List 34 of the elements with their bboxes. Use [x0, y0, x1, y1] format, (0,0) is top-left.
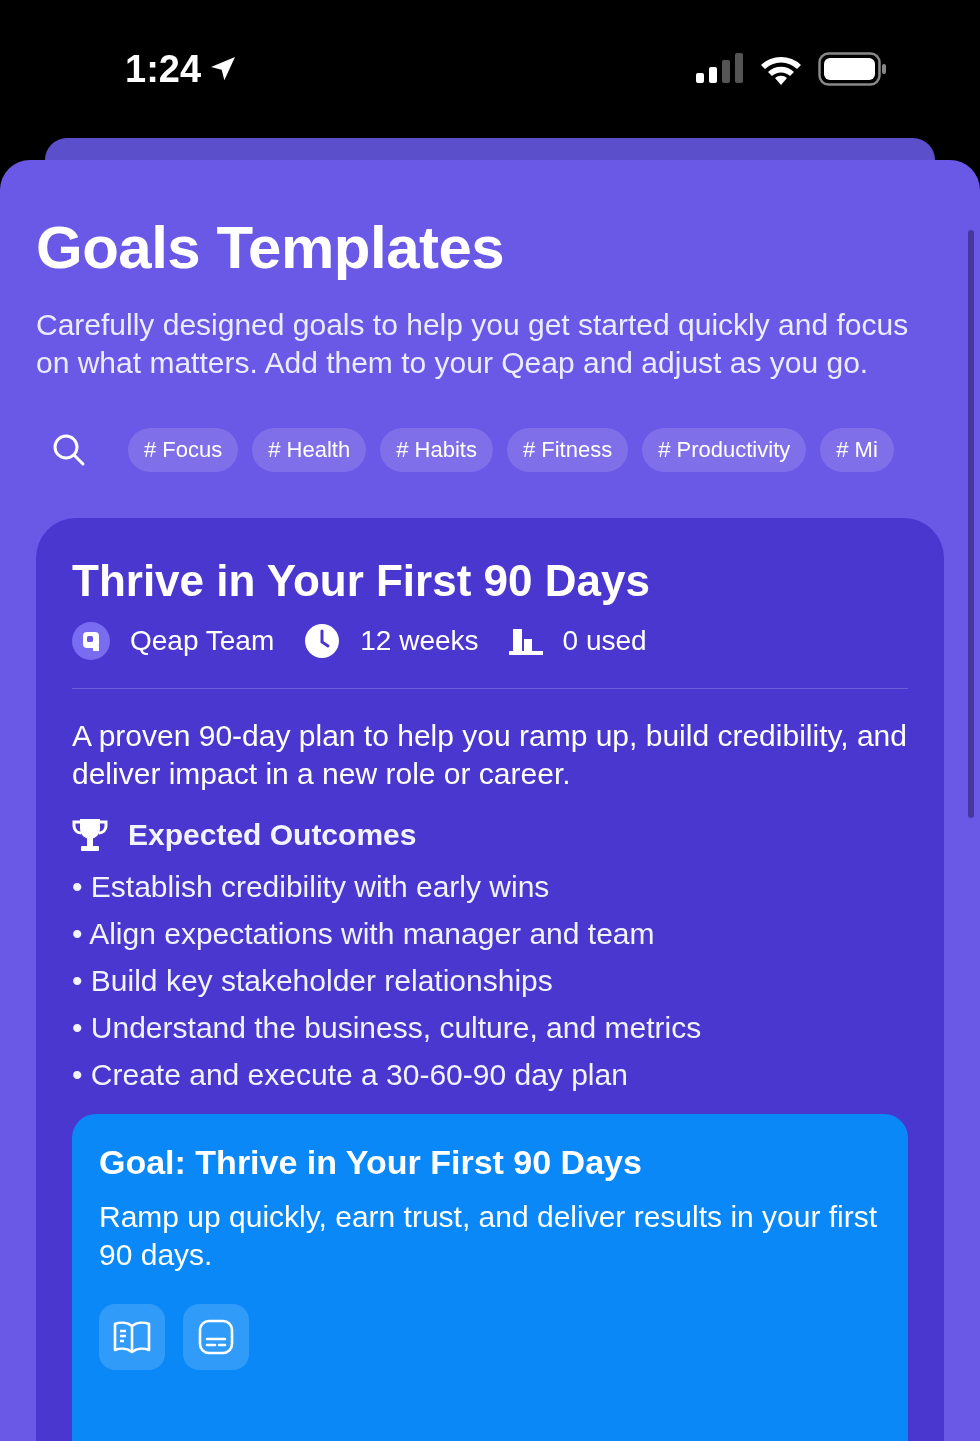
- captions-button[interactable]: [183, 1304, 249, 1370]
- battery-icon: [818, 52, 888, 86]
- outcome-item: • Establish credibility with early wins: [72, 869, 551, 905]
- tag-chip[interactable]: # Mi: [820, 428, 894, 472]
- page-subtitle: Carefully designed goals to help you get started quickly and focus on what matters. Add them to your Qeap and adjust as you go.: [36, 307, 910, 381]
- usage-text: 0 used: [562, 625, 647, 657]
- outcome-item: • Create and execute a 30-60-90 day plan: [72, 1057, 629, 1093]
- template-description: A proven 90-day plan to help you ramp up, build credibility, and deliver impact in a new role or career.: [72, 718, 908, 792]
- book-button[interactable]: [99, 1304, 165, 1370]
- clock-icon: [304, 623, 341, 659]
- tag-chip[interactable]: # Focus: [128, 428, 239, 472]
- book-icon: [113, 1320, 151, 1354]
- outcome-item: • Build key stakeholder relationships: [72, 963, 554, 999]
- status-time: 1:24: [125, 47, 240, 91]
- tag-chip[interactable]: # Productivity: [642, 428, 807, 472]
- page-title: Goals Templates: [36, 213, 506, 283]
- search-button[interactable]: [52, 433, 86, 467]
- goal-title: Goal: Thrive in Your First 90 Days: [99, 1142, 643, 1182]
- trophy-icon: [72, 817, 108, 853]
- duration-text: 12 weeks: [360, 625, 479, 657]
- captions-icon: [198, 1319, 234, 1355]
- template-title: Thrive in Your First 90 Days: [72, 555, 651, 607]
- tag-chip[interactable]: # Fitness: [506, 428, 629, 472]
- tag-chip[interactable]: # Health: [252, 428, 367, 472]
- outcome-item: • Align expectations with manager and team: [72, 916, 656, 952]
- outcomes-heading: Expected Outcomes: [128, 818, 417, 852]
- goal-description: Ramp up quickly, earn trust, and deliver results in your first 90 days.: [99, 1199, 879, 1273]
- author-name: Qeap Team: [130, 625, 275, 657]
- tag-chip[interactable]: # Habits: [380, 428, 493, 472]
- outcome-item: • Understand the business, culture, and metrics: [72, 1010, 703, 1046]
- podium-icon: [508, 627, 543, 655]
- signal-icon: [696, 53, 744, 85]
- search-icon: [52, 433, 86, 467]
- author-logo-icon: [72, 622, 110, 660]
